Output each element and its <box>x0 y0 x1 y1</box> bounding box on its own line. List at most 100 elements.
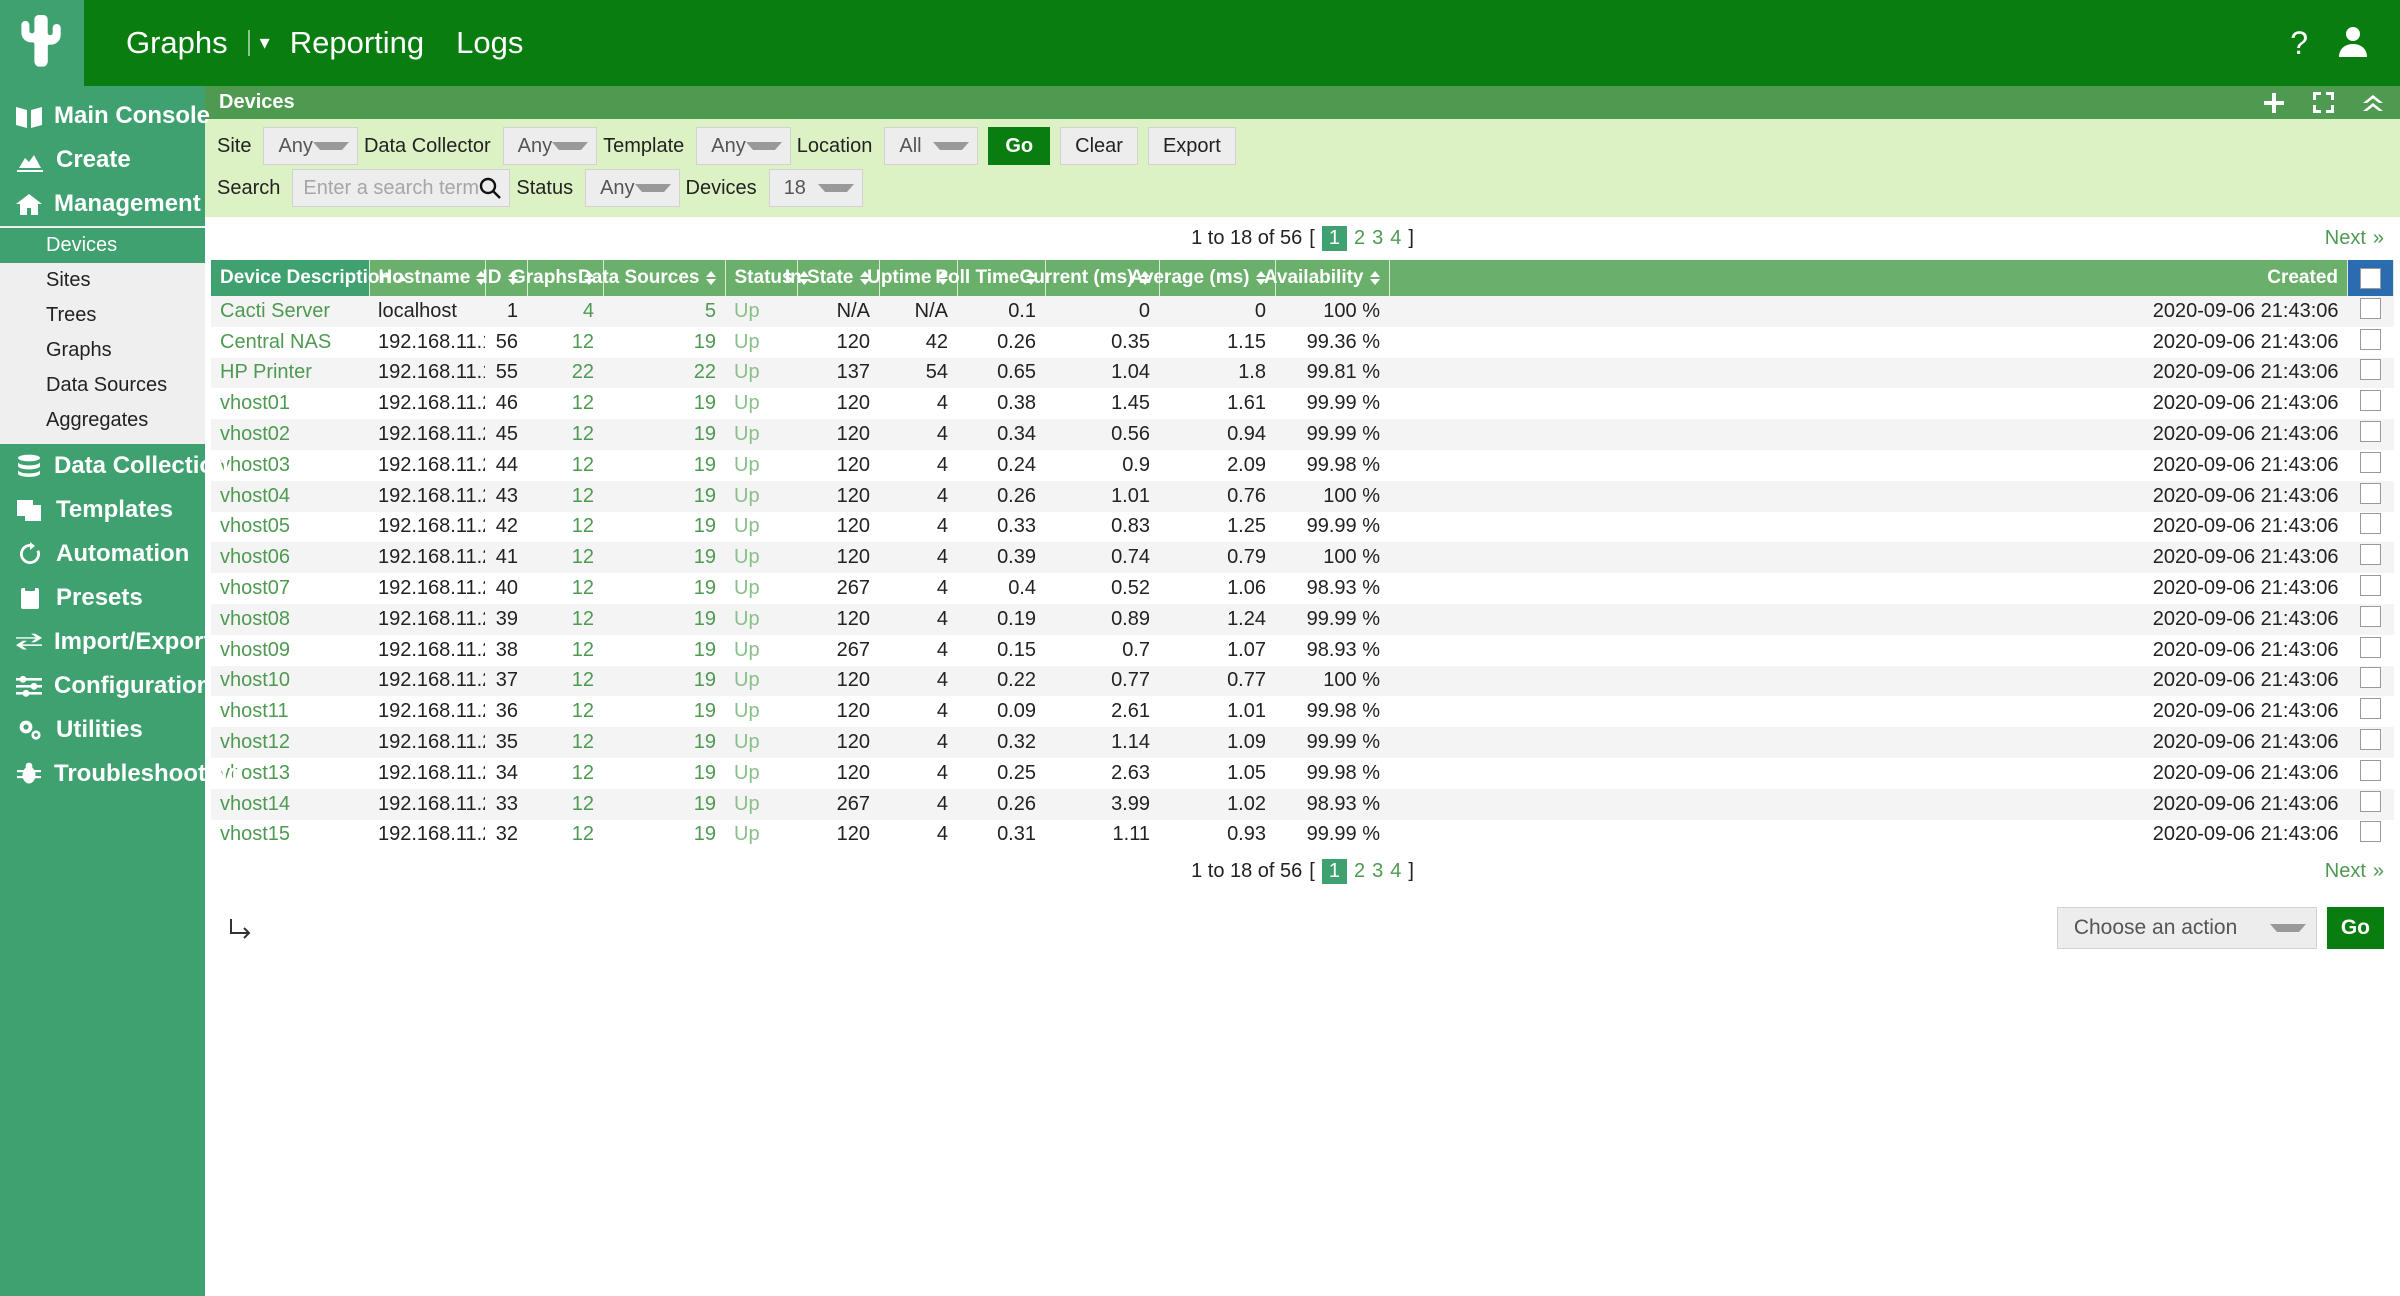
table-row[interactable]: vhost03192.168.11.203441219Up12040.240.9… <box>211 450 2394 481</box>
clear-button[interactable]: Clear <box>1060 127 1138 165</box>
devices-per-page-select[interactable]: 18 <box>769 169 863 207</box>
table-row[interactable]: vhost12192.168.11.212351219Up12040.321.1… <box>211 727 2394 758</box>
cell-device-description[interactable]: Cacti Server <box>211 296 369 327</box>
cell-device-description-link[interactable]: Central NAS <box>220 331 331 353</box>
cell-data-sources[interactable]: 19 <box>603 388 725 419</box>
sidebar-item-automation[interactable]: Automation <box>0 532 205 576</box>
row-checkbox[interactable] <box>2360 606 2381 627</box>
column-header-created[interactable]: Created <box>1389 260 2348 296</box>
cell-graphs[interactable]: 4 <box>527 296 603 327</box>
plus-icon[interactable] <box>2263 92 2285 114</box>
cell-device-description[interactable]: vhost02 <box>211 419 369 450</box>
cell-device-description-link[interactable]: vhost10 <box>220 669 290 691</box>
sidebar-item-templates[interactable]: Templates <box>0 488 205 532</box>
sidebar-item-utilities[interactable]: Utilities <box>0 708 205 752</box>
row-checkbox[interactable] <box>2360 452 2381 473</box>
cell-device-description-link[interactable]: vhost08 <box>220 608 290 630</box>
column-header-availability[interactable]: Availability <box>1275 260 1389 296</box>
sidebar-item-sites[interactable]: Sites <box>0 263 205 298</box>
column-header-device-description[interactable]: Device Description <box>211 260 369 296</box>
cell-data-sources[interactable]: 5 <box>603 296 725 327</box>
cell-row-checkbox[interactable] <box>2348 604 2394 635</box>
cell-row-checkbox[interactable] <box>2348 296 2394 327</box>
cell-row-checkbox[interactable] <box>2348 727 2394 758</box>
row-checkbox[interactable] <box>2360 729 2381 750</box>
cell-data-sources[interactable]: 19 <box>603 419 725 450</box>
cell-device-description[interactable]: vhost15 <box>211 820 369 851</box>
cell-row-checkbox[interactable] <box>2348 388 2394 419</box>
row-checkbox[interactable] <box>2360 821 2381 842</box>
cell-device-description[interactable]: vhost09 <box>211 635 369 666</box>
cell-data-sources[interactable]: 19 <box>603 450 725 481</box>
sidebar-item-presets[interactable]: Presets <box>0 576 205 620</box>
cell-device-description-link[interactable]: vhost12 <box>220 731 290 753</box>
sidebar-item-data-collection[interactable]: Data Collection <box>0 444 205 488</box>
cell-device-description[interactable]: vhost14 <box>211 789 369 820</box>
table-row[interactable]: Cacti Serverlocalhost145UpN/AN/A0.100100… <box>211 296 2394 327</box>
cell-device-description-link[interactable]: vhost02 <box>220 423 290 445</box>
next-page-button-bottom[interactable]: Next » <box>2325 860 2384 883</box>
sidebar-item-aggregates[interactable]: Aggregates <box>0 403 205 438</box>
export-button[interactable]: Export <box>1148 127 1236 165</box>
cell-device-description-link[interactable]: vhost11 <box>220 700 289 722</box>
sidebar-item-management[interactable]: Management <box>0 182 205 226</box>
row-checkbox[interactable] <box>2360 390 2381 411</box>
table-row[interactable]: Central NAS192.168.11.105561219Up120420.… <box>211 327 2394 358</box>
sidebar-item-data-sources[interactable]: Data Sources <box>0 368 205 403</box>
cell-data-sources[interactable]: 19 <box>603 789 725 820</box>
row-checkbox[interactable] <box>2360 513 2381 534</box>
cell-data-sources[interactable]: 19 <box>603 542 725 573</box>
cell-device-description-link[interactable]: HP Printer <box>220 361 312 383</box>
table-row[interactable]: vhost10192.168.11.210371219Up12040.220.7… <box>211 666 2394 697</box>
cell-device-description[interactable]: vhost01 <box>211 388 369 419</box>
chevron-down-icon[interactable]: ▾ <box>248 30 274 56</box>
cell-data-sources[interactable]: 19 <box>603 696 725 727</box>
table-row[interactable]: vhost04192.168.11.204431219Up12040.261.0… <box>211 481 2394 512</box>
column-header-average-ms[interactable]: Average (ms) <box>1159 260 1275 296</box>
page-link-1[interactable]: 1 <box>1322 226 1347 251</box>
row-checkbox[interactable] <box>2360 637 2381 658</box>
page-link-4[interactable]: 4 <box>1390 227 1401 250</box>
cell-device-description[interactable]: vhost06 <box>211 542 369 573</box>
cell-data-sources[interactable]: 19 <box>603 758 725 789</box>
row-checkbox[interactable] <box>2360 760 2381 781</box>
cell-graphs[interactable]: 12 <box>527 820 603 851</box>
cell-device-description[interactable]: vhost11 <box>211 696 369 727</box>
cell-row-checkbox[interactable] <box>2348 419 2394 450</box>
cell-device-description-link[interactable]: vhost03 <box>220 454 290 476</box>
cell-data-sources[interactable]: 19 <box>603 512 725 543</box>
sidebar-item-import-export[interactable]: Import/Export <box>0 620 205 664</box>
nav-item-reporting[interactable]: Reporting <box>274 0 440 86</box>
cell-device-description[interactable]: vhost10 <box>211 666 369 697</box>
cell-device-description[interactable]: vhost07 <box>211 573 369 604</box>
cell-device-description[interactable]: vhost04 <box>211 481 369 512</box>
data-collector-select[interactable]: Any <box>503 127 597 165</box>
cell-device-description-link[interactable]: vhost04 <box>220 485 290 507</box>
go-button[interactable]: Go <box>988 127 1050 165</box>
user-account-icon[interactable] <box>2338 25 2368 62</box>
table-row[interactable]: vhost07192.168.11.207401219Up26740.40.52… <box>211 573 2394 604</box>
table-row[interactable]: vhost08192.168.11.208391219Up12040.190.8… <box>211 604 2394 635</box>
cell-row-checkbox[interactable] <box>2348 820 2394 851</box>
collapse-chevrons-icon[interactable] <box>2362 93 2384 113</box>
cell-graphs[interactable]: 12 <box>527 666 603 697</box>
table-row[interactable]: vhost11192.168.11.211361219Up12040.092.6… <box>211 696 2394 727</box>
cell-device-description[interactable]: HP Printer <box>211 358 369 389</box>
site-select[interactable]: Any <box>263 127 357 165</box>
cell-device-description[interactable]: vhost08 <box>211 604 369 635</box>
cell-row-checkbox[interactable] <box>2348 696 2394 727</box>
cell-row-checkbox[interactable] <box>2348 542 2394 573</box>
cell-row-checkbox[interactable] <box>2348 573 2394 604</box>
cell-graphs[interactable]: 12 <box>527 573 603 604</box>
cell-device-description[interactable]: vhost05 <box>211 512 369 543</box>
cell-data-sources[interactable]: 19 <box>603 727 725 758</box>
sidebar-item-trees[interactable]: Trees <box>0 298 205 333</box>
status-select[interactable]: Any <box>585 169 679 207</box>
nav-item-graphs[interactable]: Graphs <box>110 0 244 86</box>
next-page-button-top[interactable]: Next » <box>2325 227 2384 250</box>
cell-data-sources[interactable]: 22 <box>603 358 725 389</box>
template-select[interactable]: Any <box>696 127 790 165</box>
cell-device-description[interactable]: Central NAS <box>211 327 369 358</box>
cell-row-checkbox[interactable] <box>2348 758 2394 789</box>
page-link-4-bottom[interactable]: 4 <box>1390 860 1401 883</box>
